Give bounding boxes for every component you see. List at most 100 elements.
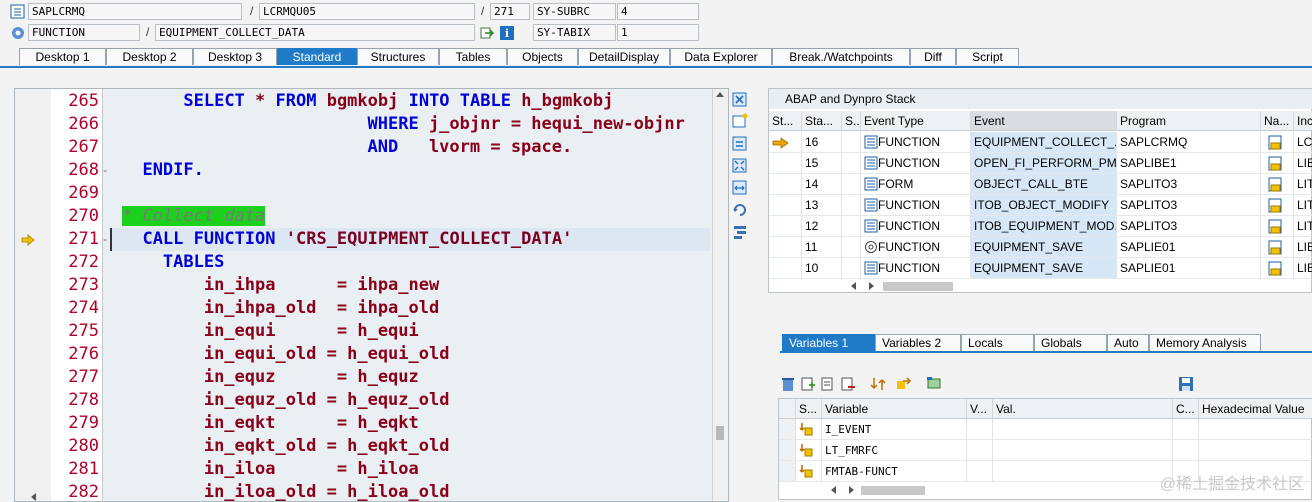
code-line[interactable]: in_ihpa = ihpa_new xyxy=(204,274,439,297)
stack-row-event[interactable]: EQUIPMENT_SAVE xyxy=(971,237,1117,258)
scroll-left-icon[interactable] xyxy=(851,282,856,290)
navigate-source-icon[interactable] xyxy=(1268,261,1284,277)
breakpoint-gutter[interactable] xyxy=(15,89,51,501)
transfer-icon[interactable] xyxy=(896,376,912,392)
filter-icon[interactable] xyxy=(926,376,942,392)
save-icon[interactable] xyxy=(1178,376,1194,392)
code-line[interactable]: in_iloa_old = h_iloa_old xyxy=(204,481,450,501)
stack-row-navigate[interactable] xyxy=(1261,258,1294,279)
vars-col-v[interactable]: V... xyxy=(967,399,993,419)
code-line[interactable]: AND lvorm = space. xyxy=(368,136,573,159)
tab-data-explorer[interactable]: Data Explorer xyxy=(670,48,772,65)
code-line[interactable]: WHERE j_objnr = hequi_new-objnr xyxy=(368,113,685,136)
sort-icon[interactable] xyxy=(870,376,886,392)
stack-row-event[interactable]: EQUIPMENT_SAVE xyxy=(971,258,1117,279)
vars-row-value[interactable] xyxy=(993,461,1173,482)
scroll-up-icon[interactable] xyxy=(716,92,724,97)
fold-marker[interactable]: - xyxy=(103,228,109,251)
tab-auto[interactable]: Auto xyxy=(1107,334,1149,351)
stack-row-navigate[interactable] xyxy=(1261,153,1294,174)
vars-col-hex[interactable]: Hexadecimal Value xyxy=(1199,399,1312,419)
remove-row-icon[interactable] xyxy=(840,376,856,392)
new-window-icon[interactable] xyxy=(732,113,748,129)
delete-icon[interactable] xyxy=(780,376,796,392)
tab-tables[interactable]: Tables xyxy=(439,48,507,65)
stack-col-status[interactable]: St... xyxy=(769,111,802,131)
tab-detaildisplay[interactable]: DetailDisplay xyxy=(578,48,670,65)
stack-row-navigate[interactable] xyxy=(1261,195,1294,216)
stack-row-event[interactable]: OBJECT_CALL_BTE xyxy=(971,174,1117,195)
append-icon[interactable] xyxy=(820,376,836,392)
tab-globals[interactable]: Globals xyxy=(1034,334,1107,351)
scroll-thumb[interactable] xyxy=(861,486,925,495)
code-area[interactable]: SELECT * FROM bgmkobj INTO TABLE h_bgmko… xyxy=(110,89,710,501)
navigate-source-icon[interactable] xyxy=(1268,198,1284,214)
info-icon[interactable]: i xyxy=(499,25,515,41)
settings-icon[interactable] xyxy=(732,224,748,240)
vars-col-variable[interactable]: Variable xyxy=(822,399,967,419)
code-line[interactable]: * Collect data xyxy=(122,205,266,228)
source-editor[interactable]: 265 266 267 268 269 270 271 272 273 274 275 276 277 2… xyxy=(14,88,729,502)
code-line[interactable]: CALL FUNCTION 'CRS_EQUIPMENT_COLLECT_DAT… xyxy=(142,228,572,251)
sysfield1-value[interactable]: 4 xyxy=(617,3,699,20)
close-icon[interactable] xyxy=(732,92,748,108)
vars-row-value[interactable] xyxy=(993,440,1173,461)
navigate-source-icon[interactable] xyxy=(1268,219,1284,235)
vars-row-variable[interactable]: FMTAB-FUNCT xyxy=(822,461,967,482)
code-line[interactable]: in_ihpa_old = ihpa_old xyxy=(204,297,439,320)
code-line[interactable]: in_equi_old = h_equi_old xyxy=(204,343,450,366)
stack-col-stack-level[interactable]: Sta... xyxy=(802,111,842,131)
code-line[interactable]: in_equz = h_equz xyxy=(204,366,419,389)
stack-row-navigate[interactable] xyxy=(1261,216,1294,237)
scroll-right-icon[interactable] xyxy=(849,486,854,494)
fold-marker[interactable]: - xyxy=(103,159,109,182)
editor-vscrollbar[interactable] xyxy=(712,89,728,501)
stack-col-include[interactable]: Inc xyxy=(1294,111,1312,131)
vars-row-variable[interactable]: LT_FMRFC xyxy=(822,440,967,461)
tab-locals[interactable]: Locals xyxy=(961,334,1034,351)
tab-breakpoints[interactable]: Break./Watchpoints xyxy=(772,48,910,65)
code-line[interactable]: in_eqkt = h_eqkt xyxy=(204,412,419,435)
navigate-source-icon[interactable] xyxy=(1268,156,1284,172)
vars-col-c[interactable]: C... xyxy=(1173,399,1199,419)
vars-row-variable[interactable]: I_EVENT xyxy=(822,419,967,440)
maximize-icon[interactable] xyxy=(732,158,748,174)
scroll-thumb[interactable] xyxy=(883,282,953,291)
navigate-icon[interactable] xyxy=(479,25,495,41)
tab-memory-analysis[interactable]: Memory Analysis xyxy=(1149,334,1261,351)
tab-desktop-1[interactable]: Desktop 1 xyxy=(19,48,106,65)
vars-row-value[interactable] xyxy=(993,419,1173,440)
tab-variables-1[interactable]: Variables 1 xyxy=(782,334,875,351)
insert-icon[interactable] xyxy=(800,376,816,392)
navigate-source-icon[interactable] xyxy=(1268,177,1284,193)
refresh-icon[interactable] xyxy=(732,202,748,218)
resize-horizontal-icon[interactable] xyxy=(732,180,748,196)
stack-row-event[interactable]: OPEN_FI_PERFORM_PM0... xyxy=(971,153,1117,174)
code-line[interactable]: in_equi = h_equi xyxy=(204,320,419,343)
tab-structures[interactable]: Structures xyxy=(357,48,439,65)
code-line[interactable]: in_equz_old = h_equz_old xyxy=(204,389,450,412)
tab-variables-2[interactable]: Variables 2 xyxy=(875,334,961,351)
stack-row-event[interactable]: ITOB_OBJECT_MODIFY xyxy=(971,195,1117,216)
stack-col-event[interactable]: Event xyxy=(971,111,1117,131)
code-line[interactable]: in_eqkt_old = h_eqkt_old xyxy=(204,435,450,458)
code-line[interactable]: SELECT * FROM bgmkobj INTO TABLE h_bgmko… xyxy=(183,90,613,113)
tab-standard[interactable]: Standard xyxy=(277,48,357,65)
stack-col-program[interactable]: Program xyxy=(1117,111,1261,131)
stack-col-event-type[interactable]: Event Type xyxy=(861,111,971,131)
sysfield2-value[interactable]: 1 xyxy=(617,24,699,41)
tab-diff[interactable]: Diff xyxy=(910,48,956,65)
code-line[interactable]: ENDIF. xyxy=(142,159,203,182)
stack-col-s[interactable]: S... xyxy=(842,111,861,131)
stack-row-event[interactable]: EQUIPMENT_COLLECT_... xyxy=(971,132,1117,153)
vars-col-select[interactable] xyxy=(779,399,796,419)
navigate-source-icon[interactable] xyxy=(1268,240,1284,256)
swap-icon[interactable] xyxy=(732,136,748,152)
stack-row-navigate[interactable] xyxy=(1261,132,1294,153)
tab-script[interactable]: Script xyxy=(956,48,1019,65)
vars-col-val[interactable]: Val. xyxy=(993,399,1173,419)
tab-desktop-3[interactable]: Desktop 3 xyxy=(193,48,277,65)
scroll-left-icon[interactable] xyxy=(831,486,836,494)
tab-objects[interactable]: Objects xyxy=(507,48,578,65)
stack-hscrollbar[interactable] xyxy=(845,279,1312,293)
